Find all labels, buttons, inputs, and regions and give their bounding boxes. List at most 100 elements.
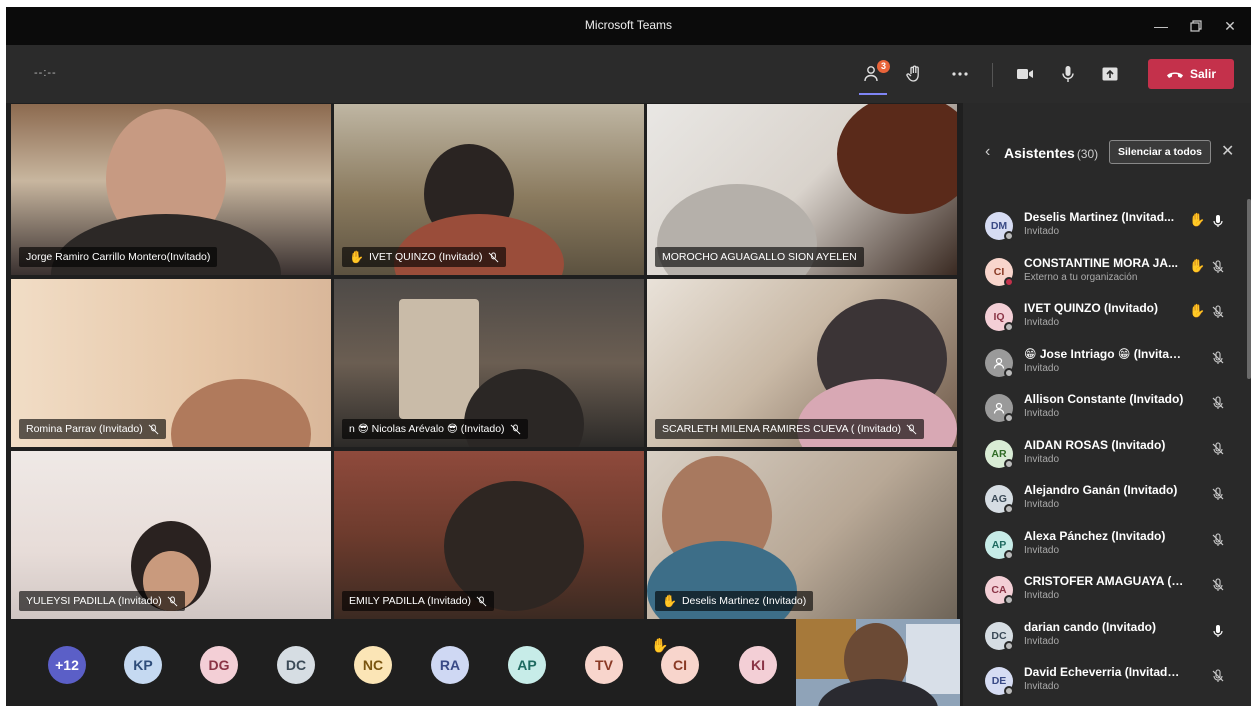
participant-row[interactable]: AR AIDAN ROSAS (Invitado) Invitado xyxy=(963,432,1243,478)
participant-name: darian cando (Invitado) xyxy=(1024,619,1157,634)
raised-hand-icon: ✋ xyxy=(1189,212,1206,227)
video-tile[interactable]: n 😎 Nicolas Arévalo 😎 (Invitado) xyxy=(334,279,644,447)
participant-row[interactable]: AP Alexa Pánchez (Invitado) Invitado xyxy=(963,523,1243,569)
participants-badge: 3 xyxy=(877,60,890,73)
raised-hand-icon: ✋ xyxy=(349,250,364,264)
participant-name: IVET QUINZO (Invitado) xyxy=(1024,301,1158,315)
avatar[interactable]: CI xyxy=(661,646,699,684)
participant-name: Alejandro Ganán (Invitado) xyxy=(1024,483,1178,497)
title-bar: Microsoft Teams — ✕ xyxy=(6,7,1251,45)
video-tile[interactable]: ✋ IVET QUINZO (Invitado) xyxy=(334,104,644,275)
video-tile[interactable]: ✋ Deselis Martinez (Invitado) xyxy=(647,451,957,619)
participant-row[interactable]: Allison Constante (Invitado) Invitado xyxy=(963,386,1243,432)
muted-mic-icon xyxy=(510,423,520,434)
avatar[interactable]: NC xyxy=(354,646,392,684)
camera-button[interactable] xyxy=(1009,59,1041,89)
tile-name-label: n 😎 Nicolas Arévalo 😎 (Invitado) xyxy=(342,419,528,439)
avatar[interactable]: KP xyxy=(124,646,162,684)
presence-status-icon xyxy=(1004,276,1014,287)
participant-name: CONSTANTINE MORA JA... xyxy=(1024,255,1179,270)
presence-status-icon xyxy=(1004,595,1014,605)
avatar[interactable]: KI xyxy=(739,646,777,684)
participant-role: Invitado xyxy=(1024,226,1060,237)
tile-name-label: Jorge Ramiro Carrillo Montero(Invitado) xyxy=(19,247,218,267)
meeting-toolbar: --:-- 3 Salir xyxy=(6,45,1251,103)
participant-row[interactable]: DE David Echeverria (Invitado (In... Invit… xyxy=(963,659,1243,705)
close-icon[interactable]: ✕ xyxy=(1221,141,1234,161)
microphone-icon xyxy=(1062,66,1074,82)
muted-mic-icon xyxy=(488,251,498,262)
mute-all-button[interactable]: Silenciar a todos xyxy=(1109,140,1212,164)
muted-mic-icon[interactable] xyxy=(1211,259,1225,274)
more-options-button[interactable] xyxy=(944,59,976,89)
muted-mic-icon[interactable] xyxy=(1211,487,1225,501)
leave-button[interactable]: Salir xyxy=(1148,59,1234,89)
avatar[interactable]: TV xyxy=(585,646,623,684)
share-screen-button[interactable] xyxy=(1094,59,1126,89)
participant-role: Invitado xyxy=(1024,317,1060,328)
participant-row[interactable]: DC darian cando (Invitado) Invitado xyxy=(963,614,1243,660)
presence-status-icon xyxy=(1004,504,1014,514)
participant-row[interactable]: IQ IVET QUINZO (Invitado) Invitado ✋ xyxy=(963,295,1243,341)
participant-name: Alexa Pánchez (Invitado) xyxy=(1024,528,1166,543)
close-window-icon[interactable]: ✕ xyxy=(1216,14,1244,38)
video-tile[interactable]: SCARLETH MILENA RAMIRES CUEVA ( (Invitad… xyxy=(647,279,957,447)
muted-mic-icon xyxy=(476,595,487,606)
microphone-icon[interactable] xyxy=(1211,624,1225,638)
muted-mic-icon[interactable] xyxy=(1211,350,1225,365)
muted-mic-icon[interactable] xyxy=(1211,396,1225,410)
tile-name-label: EMILY PADILLA (Invitado) xyxy=(342,591,494,611)
video-tile[interactable]: Romina Parrav (Invitado) xyxy=(11,279,331,447)
panel-scrollbar[interactable] xyxy=(1247,199,1251,379)
participant-row[interactable]: AG Alejandro Ganán (Invitado) Invitado xyxy=(963,477,1243,523)
participant-name: CRISTOFER AMAGUAYA (Invit... xyxy=(1024,574,1186,588)
self-view-video[interactable] xyxy=(796,619,960,706)
muted-mic-icon[interactable] xyxy=(1211,669,1225,683)
presence-status-icon xyxy=(1004,458,1014,469)
participant-name: AIDAN ROSAS (Invitado) xyxy=(1024,437,1166,452)
participant-row[interactable]: CACRISTOFER AMAGUAYA (Invit...Invitado xyxy=(963,568,1243,614)
active-tab-indicator xyxy=(859,93,887,95)
participant-role: Invitado xyxy=(1024,590,1060,601)
muted-mic-icon[interactable] xyxy=(1211,532,1225,547)
video-tile[interactable]: YULEYSI PADILLA (Invitado) xyxy=(11,451,331,619)
raised-hand-icon: ✋ xyxy=(1189,257,1206,273)
overflow-avatar[interactable]: +12 xyxy=(48,646,86,684)
avatar[interactable]: RA xyxy=(431,646,469,684)
chevron-left-icon[interactable]: ‹ xyxy=(985,143,990,161)
minimize-icon[interactable]: — xyxy=(1147,14,1175,38)
avatar[interactable]: AP xyxy=(508,646,546,684)
toolbar-divider xyxy=(992,63,993,87)
video-tile[interactable]: Jorge Ramiro Carrillo Montero(Invitado) xyxy=(11,104,331,275)
raise-hand-button[interactable] xyxy=(898,59,930,89)
participant-role: Invitado xyxy=(1024,635,1060,647)
teams-window: Microsoft Teams — ✕ --:-- 3 Salir Jorge … xyxy=(6,7,1251,706)
avatar[interactable]: DC xyxy=(277,646,315,684)
person-icon xyxy=(992,401,1006,415)
microphone-icon[interactable] xyxy=(1211,214,1225,228)
video-tile[interactable]: EMILY PADILLA (Invitado) xyxy=(334,451,644,619)
raised-hand-icon: ✋ xyxy=(1189,303,1206,318)
muted-mic-icon[interactable] xyxy=(1211,305,1225,319)
participant-name: Deselis Martinez (Invitad... xyxy=(1024,210,1175,224)
participant-row[interactable]: DM Deselis Martinez (Invitad... Invitado ✋ xyxy=(963,204,1243,250)
restore-icon[interactable] xyxy=(1182,14,1210,38)
participant-row[interactable]: CI CONSTANTINE MORA JA... Externo a tu org… xyxy=(963,250,1243,296)
tile-name-label: MOROCHO AGUAGALLO SION AYELEN xyxy=(655,247,864,267)
muted-mic-icon[interactable] xyxy=(1211,441,1225,456)
participant-name: 😁 Jose Intriago 😁 (Invitado) xyxy=(1024,346,1186,361)
window-title: Microsoft Teams xyxy=(584,18,673,32)
muted-mic-icon xyxy=(148,423,159,434)
participant-role: Invitado xyxy=(1024,544,1060,556)
presence-status-icon xyxy=(1004,231,1014,241)
participant-row[interactable]: 😁 Jose Intriago 😁 (Invitado) Invitado xyxy=(963,341,1243,387)
participants-panel: ‹ Asistentes (30) Silenciar a todos ✕ DM D… xyxy=(963,103,1251,706)
avatar[interactable]: DG xyxy=(200,646,238,684)
muted-mic-icon[interactable] xyxy=(1211,578,1225,592)
presence-status-icon xyxy=(1004,686,1014,696)
person-icon xyxy=(992,356,1006,370)
participant-name: Allison Constante (Invitado) xyxy=(1024,392,1184,406)
video-tile[interactable]: MOROCHO AGUAGALLO SION AYELEN xyxy=(647,104,957,275)
muted-mic-icon xyxy=(167,595,178,606)
microphone-button[interactable] xyxy=(1052,59,1084,89)
